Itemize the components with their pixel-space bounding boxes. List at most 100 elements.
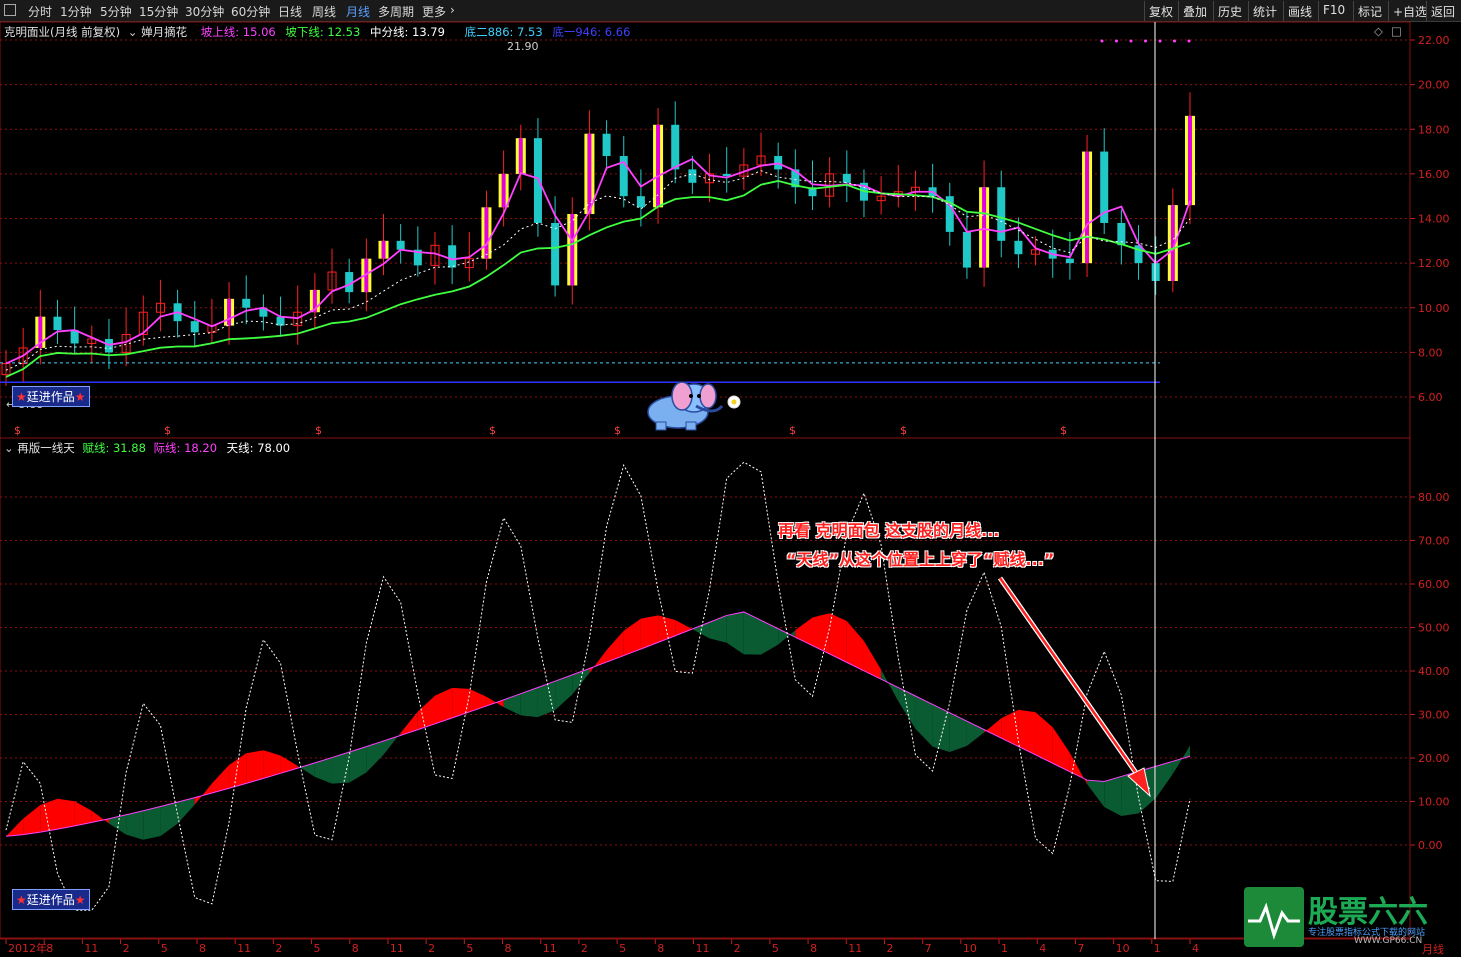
sub-legend: ⌄ 再版一线天 赋线: 31.88 际线: 18.20 天线: 78.00 [4,440,290,456]
ribbon-segment [658,615,676,643]
x-axis-label: 11 [84,942,98,955]
signal-marker: $ [900,424,907,437]
x-axis-label: 2012年 [8,941,47,955]
ribbon-segment [1172,745,1190,774]
ribbon-segment [1001,709,1019,747]
ribbon-segment [486,696,504,708]
ribbon-segment [1087,780,1105,808]
ribbon-segment [675,620,693,636]
main-y-tick-label: 18.00 [1418,123,1450,136]
logo-chart-icon [1244,887,1304,947]
main-y-tick-label: 8.00 [1418,346,1443,359]
signal-marker: $ [315,424,322,437]
ribbon-segment [949,712,967,753]
ribbon-segment [898,687,916,729]
annotation-line-2: “天线”从这个位置上上穿了“赋线...” [786,550,1055,569]
x-axis-label: 5 [161,942,168,955]
indicator-toggle-icon[interactable]: ⌄ [128,25,138,39]
sub-y-tick-label: 80.00 [1418,491,1450,504]
ribbon-segment [881,669,899,702]
candle-body [190,321,199,333]
poxia-line [5,180,1191,378]
legend-tianxian: 天线: 78.00 [226,441,291,455]
elephant-mascot-icon [647,381,741,431]
candle-body [636,196,645,208]
legend-diyi: 底一946: 6.66 [552,25,631,39]
candle-body-inner [227,298,232,326]
ribbon-segment [126,810,144,840]
main-y-tick-label: 10.00 [1418,302,1450,315]
kline-chart[interactable]: $ $ $ $ $ $ $ $ 22.0020.0018.0016.0014.0012.001… [0,0,1461,957]
ribbon-segment [761,620,779,655]
candle-body [53,316,62,331]
candle-body-inner [1085,151,1090,264]
x-axis-label: 2 [581,942,588,955]
signal-dot [1173,39,1176,43]
ribbon-segment [23,804,41,835]
ribbon-segment [297,762,315,777]
x-axis-label: 8 [352,942,359,955]
candle-body-inner [587,133,592,215]
x-axis-label: 7 [1077,942,1084,955]
main-y-tick-label: 16.00 [1418,168,1450,181]
ribbon-segment [40,798,58,833]
candle-body [1065,258,1074,264]
ribbon-segment [606,630,624,663]
legend-poxia: 坡下线: 12.53 [285,25,361,39]
poshang-line [5,157,1191,365]
main-indicator-name[interactable]: 婵月摘花 [141,25,187,39]
x-axis-label: 2 [123,942,130,955]
candle-body [602,133,611,157]
signal-marker: $ [14,424,21,437]
main-legend: 克明面业(月线 前复权) ⌄ 婵月摘花 坡上线: 15.06 坡下线: 12.5… [4,24,630,40]
sub-y-tick-label: 10.00 [1418,796,1450,809]
ribbon-segment [709,615,727,643]
signal-dot [1187,39,1191,43]
ribbon-segment [1155,761,1173,799]
signal-dot [1115,39,1118,43]
ribbon-segment [984,718,1002,739]
sub-y-tick-label: 0.00 [1418,839,1443,852]
signal-dot [1144,39,1147,43]
ribbon-segment [160,802,178,837]
x-axis-label: 8 [199,942,206,955]
signal-dot [1100,39,1104,43]
collapse-icon[interactable]: □ [1391,24,1402,38]
author-badge-sub: ★廷进作品★ [12,889,90,910]
ribbon-segment [1104,776,1122,817]
signal-dot [1129,39,1133,43]
sub-indicator-name[interactable]: 再版一线天 [17,441,75,455]
candle-body [276,316,285,326]
annotation-line-1: 再看 克明面包 这支股的月线... [778,521,1000,540]
candle-body [962,231,971,268]
sub-indicator-toggle-icon[interactable]: ⌄ [4,441,14,455]
main-y-tick-label: 20.00 [1418,79,1450,92]
x-axis-label: 2 [428,942,435,955]
high-price-label: 21.90 [507,40,539,53]
tianxian-line [5,461,1191,911]
candle-body [551,222,560,286]
x-axis-label: 8 [46,942,53,955]
x-axis-label: 8 [810,942,817,955]
x-axis-label: 5 [619,942,626,955]
ribbon-segment [349,746,367,783]
x-axis-label: 10 [1116,942,1130,955]
ribbon-segment [812,613,830,654]
sub-y-tick-label: 50.00 [1418,622,1450,635]
x-axis-label: 1 [1154,942,1161,955]
sub-y-tick-label: 30.00 [1418,709,1450,722]
candle-body [1014,240,1023,255]
expand-icon[interactable]: ◇ [1374,24,1383,38]
x-axis-label: 4 [1039,942,1046,955]
x-axis-label: 11 [543,942,557,955]
legend-poshang: 坡上线: 15.06 [200,25,276,39]
x-axis-label: 1 [1001,942,1008,955]
ribbon-segment [726,611,744,655]
candle-body [688,169,697,183]
x-axis-label: 8 [657,942,664,955]
candle-body-inner [518,138,523,174]
main-y-tick-label: 6.00 [1418,391,1443,404]
ribbon-segment [400,711,418,736]
signal-marker: $ [489,424,496,437]
signal-dot [1158,39,1162,43]
